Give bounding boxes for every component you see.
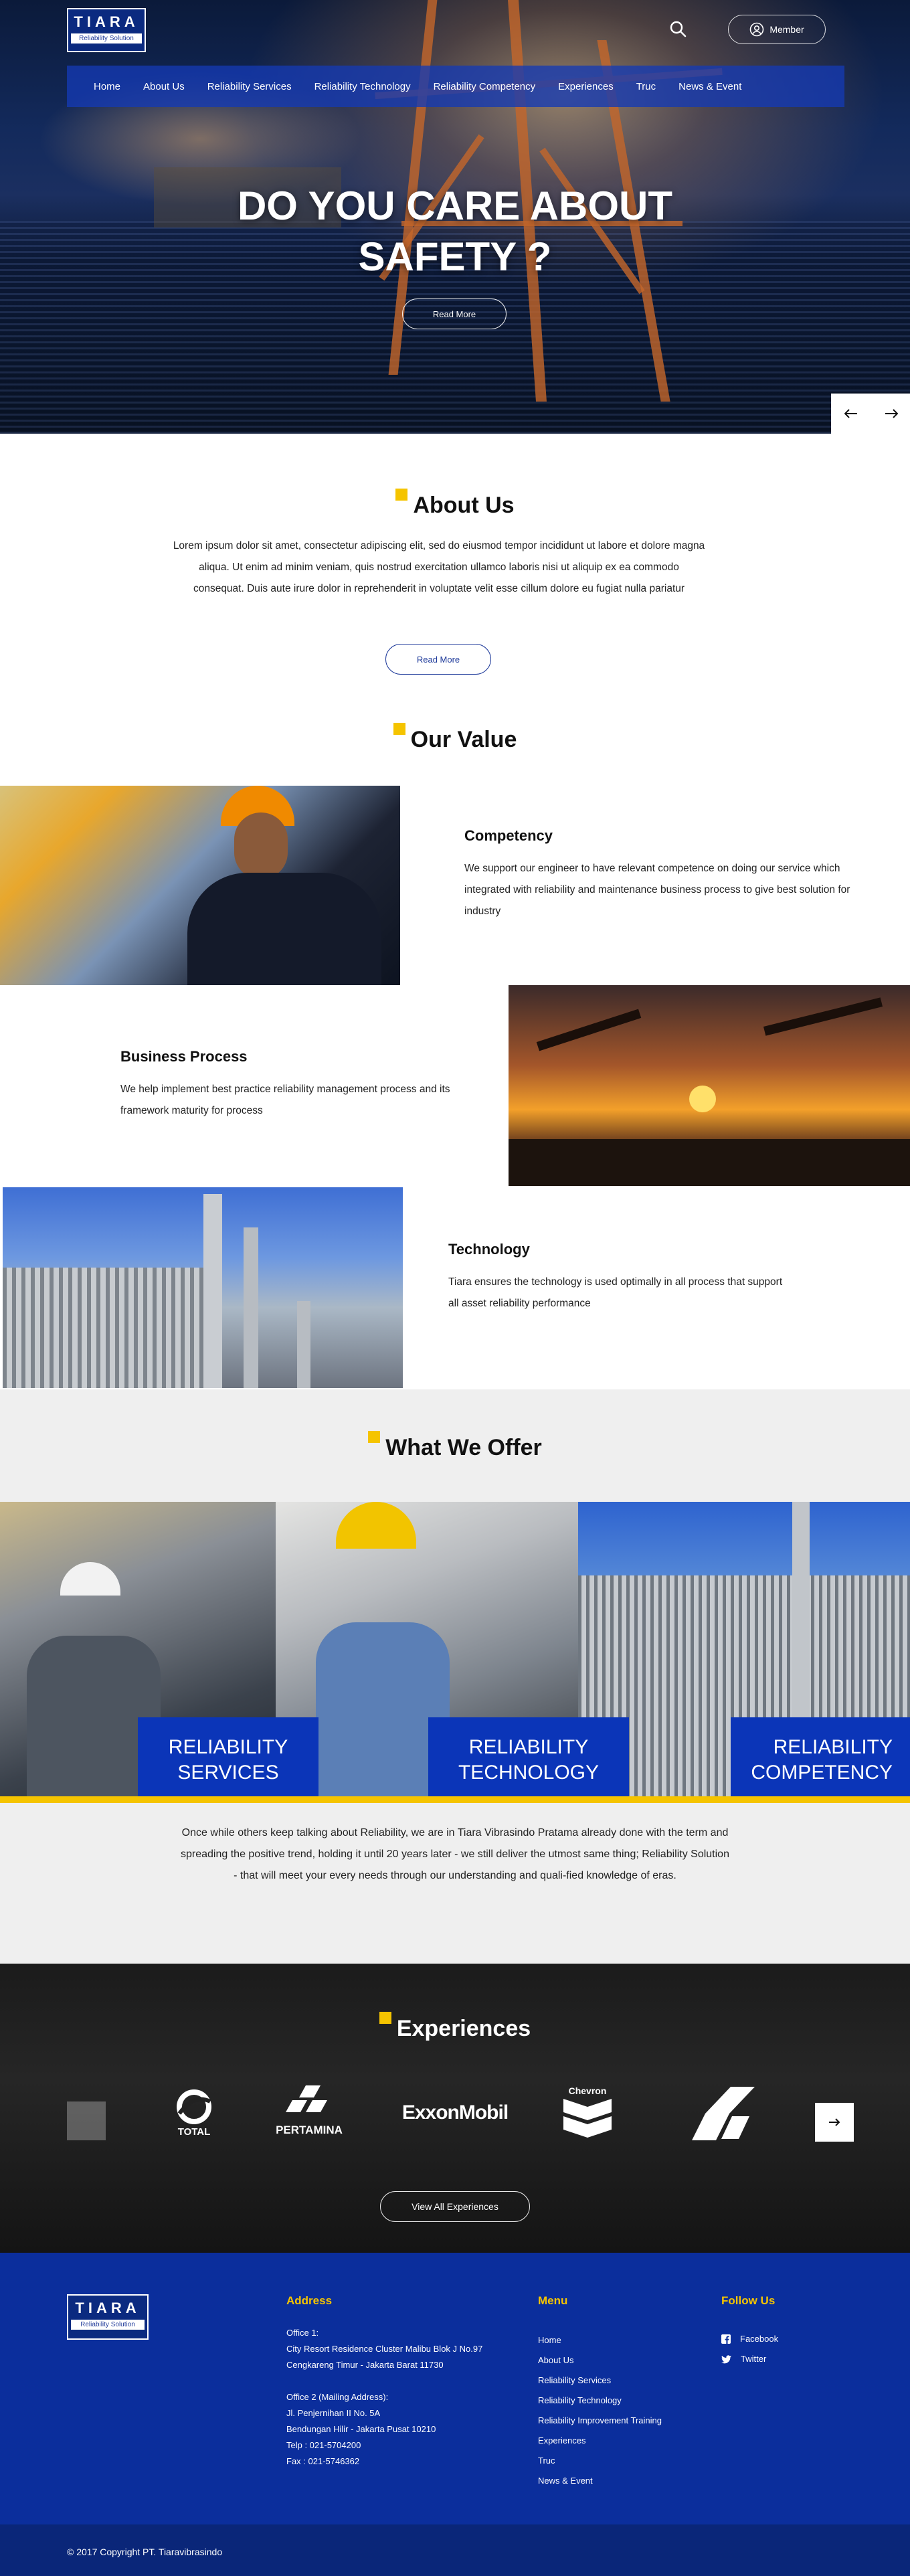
social-twitter[interactable]: Twitter xyxy=(721,2349,778,2369)
member-label: Member xyxy=(769,24,804,35)
footer-logo-wordmark: TIARA xyxy=(75,2300,141,2316)
slider-prev-button[interactable] xyxy=(831,394,871,434)
technology-text: Tiara ensures the technology is used opt… xyxy=(448,1276,783,1309)
logo-wordmark: TIARA xyxy=(74,13,139,30)
footer-link-reliability-improvement-training[interactable]: Reliability Improvement Training xyxy=(538,2411,662,2431)
member-button[interactable]: Member xyxy=(728,15,826,44)
footer-address-title: Address xyxy=(286,2294,333,2307)
our-value-title: Our Value xyxy=(0,723,910,753)
office2-label: Office 2 (Mailing Address): xyxy=(286,2392,389,2402)
about-read-more-button[interactable]: Read More xyxy=(385,644,491,675)
footer-menu-title: Menu xyxy=(538,2294,568,2307)
competency-text: We support our engineer to have relevant… xyxy=(464,863,850,917)
business-process-title: Business Process xyxy=(120,1048,248,1065)
experiences-prev-button[interactable] xyxy=(67,2101,106,2140)
nav-item-news-event[interactable]: News & Event xyxy=(678,81,741,92)
footer-link-reliability-technology[interactable]: Reliability Technology xyxy=(538,2391,662,2411)
twitter-icon xyxy=(721,2354,731,2363)
business-process-text: We help implement best practice reliabil… xyxy=(120,1084,450,1116)
office-phone: Telp : 021-5704200 xyxy=(286,2440,361,2450)
experiences-next-button[interactable] xyxy=(815,2103,854,2142)
footer-follow-title: Follow Us xyxy=(721,2294,776,2307)
technology-image xyxy=(3,1187,403,1388)
about-text: Lorem ipsum dolor sit amet, consectetur … xyxy=(173,540,705,594)
business-process-image xyxy=(509,985,910,1186)
footer-link-truc[interactable]: Truc xyxy=(538,2451,662,2471)
office1-label: Office 1: xyxy=(286,2328,319,2338)
offer-competency-label[interactable]: RELIABILITY COMPETENCY xyxy=(731,1717,910,1803)
arrow-right-icon xyxy=(885,409,898,418)
footer-link-about-us[interactable]: About Us xyxy=(538,2350,662,2371)
footer-link-news-event[interactable]: News & Event xyxy=(538,2471,662,2491)
offer-technology-label[interactable]: RELIABILITY TECHNOLOGY xyxy=(428,1717,629,1803)
office2-line1: Jl. Penjernihan II No. 5A xyxy=(286,2408,381,2418)
experiences-title: Experiences xyxy=(0,2012,910,2042)
competency-title: Competency xyxy=(464,827,553,844)
offer-title: What We Offer xyxy=(0,1431,910,1461)
main-nav: Home About Us Reliability Services Relia… xyxy=(67,66,844,107)
client-logo-exxonmobil: ExxonMobil xyxy=(401,2101,509,2124)
facebook-icon xyxy=(721,2334,731,2344)
about-title: About Us xyxy=(0,489,910,519)
competency-image xyxy=(0,786,400,985)
office1-line2: Cengkareng Timur - Jakarta Barat 11730 xyxy=(286,2360,444,2370)
footer-link-reliability-services[interactable]: Reliability Services xyxy=(538,2371,662,2391)
client-logo-total: TOTAL xyxy=(167,2087,221,2138)
nav-item-about-us[interactable]: About Us xyxy=(143,81,185,92)
hero-banner: TIARA Reliability Solution Member Home A… xyxy=(0,0,910,434)
twitter-label: Twitter xyxy=(741,2354,767,2364)
offer-competency-accent xyxy=(629,1796,910,1803)
office-fax: Fax : 021-5746362 xyxy=(286,2456,360,2466)
offer-services-label[interactable]: RELIABILITY SERVICES xyxy=(138,1717,318,1803)
client-logo-chevron: Chevron xyxy=(557,2085,618,2142)
office1-line1: City Resort Residence Cluster Malibu Blo… xyxy=(286,2344,483,2354)
offer-services-accent xyxy=(0,1796,318,1803)
nav-item-truc[interactable]: Truc xyxy=(636,81,656,92)
view-all-experiences-button[interactable]: View All Experiences xyxy=(380,2191,530,2222)
client-logo-angular-mark xyxy=(689,2087,759,2144)
footer-link-experiences[interactable]: Experiences xyxy=(538,2431,662,2451)
copyright: © 2017 Copyright PT. Tiaravibrasindo xyxy=(67,2547,223,2557)
footer-logo-tagline: Reliability Solution xyxy=(71,2320,145,2330)
footer-logo[interactable]: TIARA Reliability Solution xyxy=(67,2294,149,2340)
nav-item-home[interactable]: Home xyxy=(94,81,120,92)
client-logo-pertamina: PERTAMINA xyxy=(265,2085,353,2137)
hero-title: DO YOU CARE ABOUT SAFETY ? xyxy=(0,181,910,282)
footer-link-home[interactable]: Home xyxy=(538,2330,662,2350)
footer-social: Facebook Twitter xyxy=(721,2329,778,2369)
nav-item-reliability-services[interactable]: Reliability Services xyxy=(207,81,292,92)
social-facebook[interactable]: Facebook xyxy=(721,2329,778,2349)
hero-title-line2: SAFETY ? xyxy=(358,234,552,279)
offer-text: Once while others keep talking about Rel… xyxy=(181,1827,729,1881)
arrow-right-icon xyxy=(829,2118,840,2126)
brand-mark-icon xyxy=(692,2087,755,2140)
logo-tagline: Reliability Solution xyxy=(71,33,142,44)
office2-line2: Bendungan Hilir - Jakarta Pusat 10210 xyxy=(286,2424,436,2434)
hero-read-more-button[interactable]: Read More xyxy=(402,298,507,329)
hero-title-line1: DO YOU CARE ABOUT xyxy=(237,183,673,228)
chevron-logo-icon xyxy=(563,2099,612,2138)
nav-item-experiences[interactable]: Experiences xyxy=(558,81,614,92)
user-circle-icon xyxy=(750,22,764,37)
nav-item-reliability-competency[interactable]: Reliability Competency xyxy=(434,81,536,92)
pertamina-logo-icon xyxy=(286,2085,327,2112)
offer-technology-accent xyxy=(318,1796,629,1803)
footer-menu: Home About Us Reliability Services Relia… xyxy=(538,2330,662,2491)
search-icon[interactable] xyxy=(669,20,687,37)
footer-address: Office 1: City Resort Residence Cluster … xyxy=(286,2325,514,2470)
nav-item-reliability-technology[interactable]: Reliability Technology xyxy=(314,81,411,92)
technology-title: Technology xyxy=(448,1241,530,1258)
facebook-label: Facebook xyxy=(740,2334,779,2344)
slider-next-button[interactable] xyxy=(871,394,910,434)
header-logo[interactable]: TIARA Reliability Solution xyxy=(67,8,146,52)
total-logo-icon xyxy=(177,2089,211,2124)
arrow-left-icon xyxy=(844,409,857,418)
